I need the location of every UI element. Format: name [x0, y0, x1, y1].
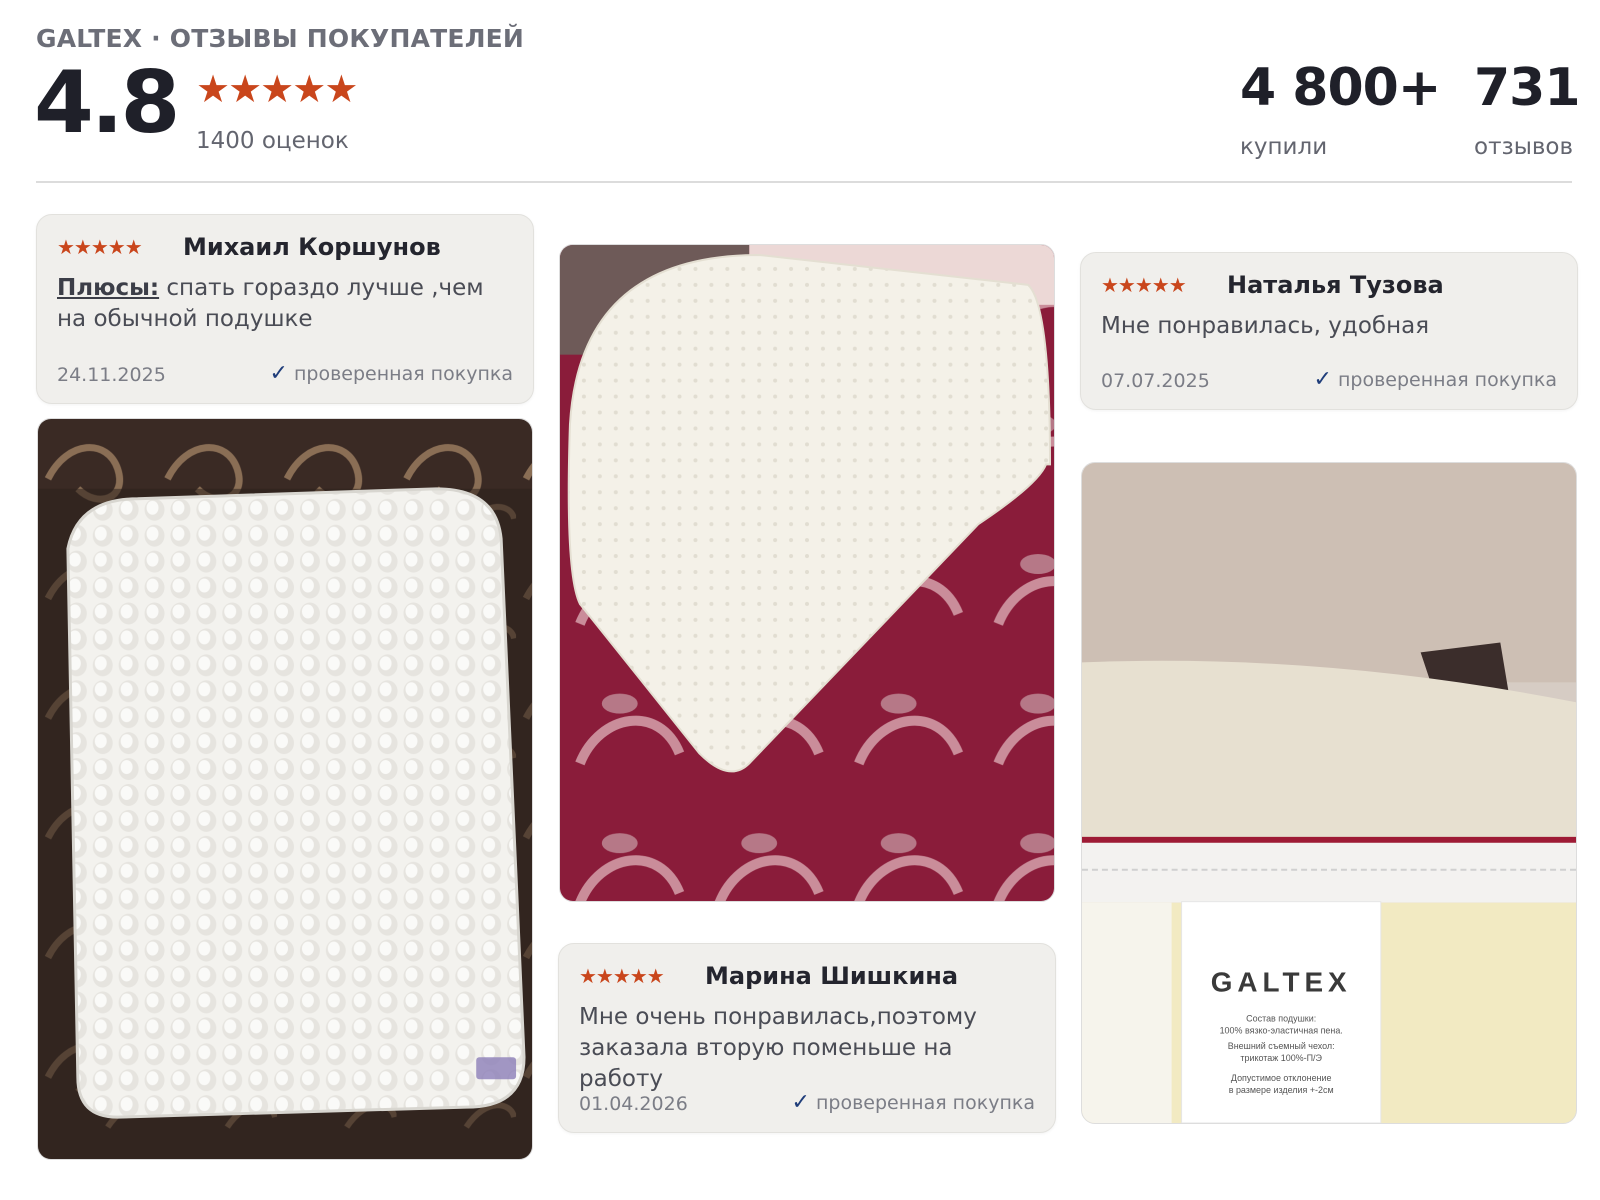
- tag-text-line: Допустимое отклонение: [1231, 1073, 1332, 1083]
- review-stars: ★★★★★: [1101, 273, 1187, 297]
- pillow-photo-2: [560, 245, 1054, 901]
- checkmark-icon: ✓: [269, 361, 288, 386]
- rating-stars: ★ ★ ★ ★ ★: [196, 67, 359, 111]
- bought-value: 4 800+: [1240, 58, 1441, 118]
- review-author: Михаил Коршунов: [183, 233, 441, 261]
- review-text: Плюсы: спать гораздо лучше ,чем на обычн…: [57, 273, 515, 335]
- checkmark-icon: ✓: [1313, 367, 1332, 392]
- review-date: 24.11.2025: [57, 364, 166, 386]
- review-photo[interactable]: GALTEX Состав подушки: 100% вязко-эластич…: [1081, 462, 1577, 1124]
- stat-reviews: 731 отзывов: [1474, 58, 1581, 160]
- pros-label: Плюсы:: [57, 275, 160, 301]
- verified-badge: ✓ проверенная покупка: [792, 1090, 1035, 1115]
- average-rating: 4.8: [34, 53, 180, 153]
- review-card[interactable]: ★★★★★ Марина Шишкина Мне очень понравила…: [558, 943, 1056, 1133]
- ratings-count: 1400 оценок: [196, 128, 349, 154]
- review-date: 07.07.2025: [1101, 370, 1210, 392]
- review-author: Наталья Тузова: [1227, 271, 1444, 299]
- star-icon: ★: [260, 67, 295, 111]
- verified-label: проверенная покупка: [815, 1091, 1035, 1114]
- verified-label: проверенная покупка: [293, 362, 513, 385]
- header-divider: [36, 181, 1572, 183]
- review-author: Марина Шишкина: [705, 962, 959, 990]
- reviews-label: отзывов: [1474, 134, 1574, 160]
- review-card[interactable]: ★★★★★ Наталья Тузова Мне понравилась, уд…: [1080, 252, 1578, 410]
- brand-title: GALTEX · ОТЗЫВЫ ПОКУПАТЕЛЕЙ: [36, 24, 525, 53]
- review-text: Мне очень понравилась,поэтому заказала в…: [579, 1004, 977, 1092]
- pillow-photo-3: GALTEX Состав подушки: 100% вязко-эластич…: [1082, 463, 1576, 1123]
- tag-brand: GALTEX: [1211, 966, 1352, 997]
- bought-label: купили: [1240, 134, 1328, 160]
- verified-label: проверенная покупка: [1337, 368, 1557, 391]
- review-date: 01.04.2026: [579, 1093, 688, 1115]
- verified-badge: ✓ проверенная покупка: [1314, 367, 1557, 392]
- checkmark-icon: ✓: [791, 1090, 810, 1115]
- reviews-value: 731: [1474, 58, 1581, 118]
- verified-badge: ✓ проверенная покупка: [270, 361, 513, 386]
- star-icon: ★: [324, 67, 359, 111]
- star-icon: ★: [292, 67, 327, 111]
- tag-text-line: Внешний съемный чехол:: [1228, 1041, 1335, 1051]
- tag-text-line: трикотаж 100%-П/Э: [1240, 1053, 1322, 1063]
- review-card[interactable]: ★★★★★ Михаил Коршунов Плюсы: спать гораз…: [36, 214, 534, 404]
- review-photo[interactable]: [37, 418, 533, 1160]
- review-text: Мне понравилась, удобная: [1101, 313, 1430, 339]
- star-icon: ★: [228, 67, 263, 111]
- tag-text-line: в размере изделия +-2см: [1229, 1085, 1334, 1095]
- review-stars: ★★★★★: [57, 235, 143, 259]
- stat-bought: 4 800+ купили: [1240, 58, 1441, 160]
- tag-text-line: 100% вязко-эластичная пена.: [1220, 1025, 1343, 1035]
- tag-text-line: Состав подушки:: [1246, 1013, 1316, 1023]
- review-photo[interactable]: [559, 244, 1055, 902]
- pillow-photo-1: [38, 419, 532, 1159]
- review-stars: ★★★★★: [579, 964, 665, 988]
- star-icon: ★: [196, 67, 231, 111]
